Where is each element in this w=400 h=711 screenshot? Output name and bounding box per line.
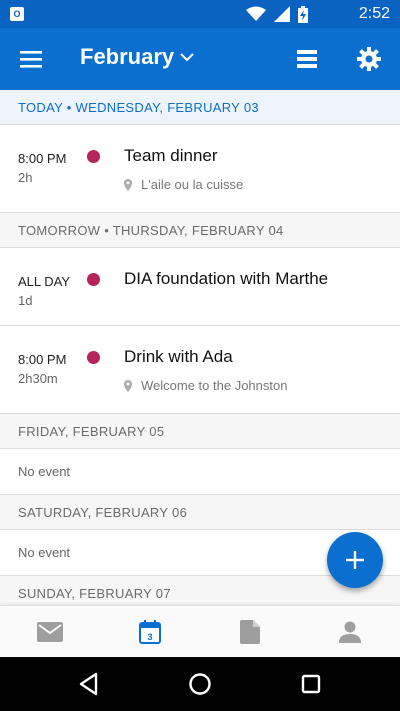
status-bar: O 2:52 [0,0,400,28]
tab-calendar[interactable]: 3 [100,606,200,658]
location-pin-icon [124,178,132,191]
event-location: Welcome to the Johnston [124,378,287,393]
event-item[interactable]: 8:00 PM 2h30m Drink with Ada Welcome to … [0,326,400,414]
event-item[interactable]: ALL DAY 1d DIA foundation with Marthe [0,248,400,326]
files-icon [240,620,260,644]
settings-icon[interactable] [356,46,382,72]
month-selector[interactable]: February [80,44,194,70]
location-pin-icon [124,379,132,392]
chevron-down-icon [180,53,194,62]
event-time: ALL DAY [18,274,71,289]
outlook-icon: O [10,7,24,21]
event-title: Team dinner [124,146,218,165]
agenda-list[interactable]: TODAY • WEDNESDAY, FEBRUARY 03 8:00 PM 2… [0,90,400,605]
battery-icon [298,6,308,23]
day-header: SATURDAY, FEBRUARY 06 [0,495,400,530]
calendar-icon-day: 3 [147,632,152,642]
menu-icon[interactable] [18,47,44,71]
event-location: L'aile ou la cuisse [124,177,243,192]
event-duration: 2h [18,170,33,185]
mail-icon [37,622,63,642]
app-bar: February [0,28,400,90]
event-time: 8:00 PM [18,151,67,166]
page-title: February [80,44,175,69]
back-icon[interactable] [76,671,102,697]
recents-icon[interactable] [298,671,324,697]
event-item[interactable]: 8:00 PM 2h Team dinner L'aile ou la cuis… [0,125,400,213]
event-title: Drink with Ada [124,347,233,366]
event-location-text: L'aile ou la cuisse [141,177,244,192]
event-time: 8:00 PM [18,352,67,367]
event-title: DIA foundation with Marthe [124,269,329,288]
event-location-text: Welcome to the Johnston [141,378,288,393]
tab-files[interactable] [200,606,300,658]
day-header-tomorrow: TOMORROW • THURSDAY, FEBRUARY 04 [0,213,400,248]
wifi-icon [246,6,266,21]
event-duration: 1d [18,293,33,308]
home-icon[interactable] [187,671,213,697]
calendar-color-dot [87,351,100,364]
status-time: 2:52 [358,5,390,22]
calendar-color-dot [87,150,100,163]
calendar-icon: 3 [139,620,161,644]
day-header: FRIDAY, FEBRUARY 05 [0,414,400,449]
list-view-icon[interactable] [295,47,319,71]
day-header-today: TODAY • WEDNESDAY, FEBRUARY 03 [0,90,400,125]
calendar-color-dot [87,273,100,286]
tab-people[interactable] [300,606,400,658]
signal-icon [274,6,290,22]
system-nav-bar [0,657,400,711]
plus-icon [346,551,364,569]
new-event-button[interactable] [327,532,383,588]
tab-mail[interactable] [0,606,100,658]
event-duration: 2h30m [18,371,58,386]
people-icon [339,621,361,643]
no-event-label: No event [0,449,400,495]
bottom-nav: 3 [0,605,400,657]
